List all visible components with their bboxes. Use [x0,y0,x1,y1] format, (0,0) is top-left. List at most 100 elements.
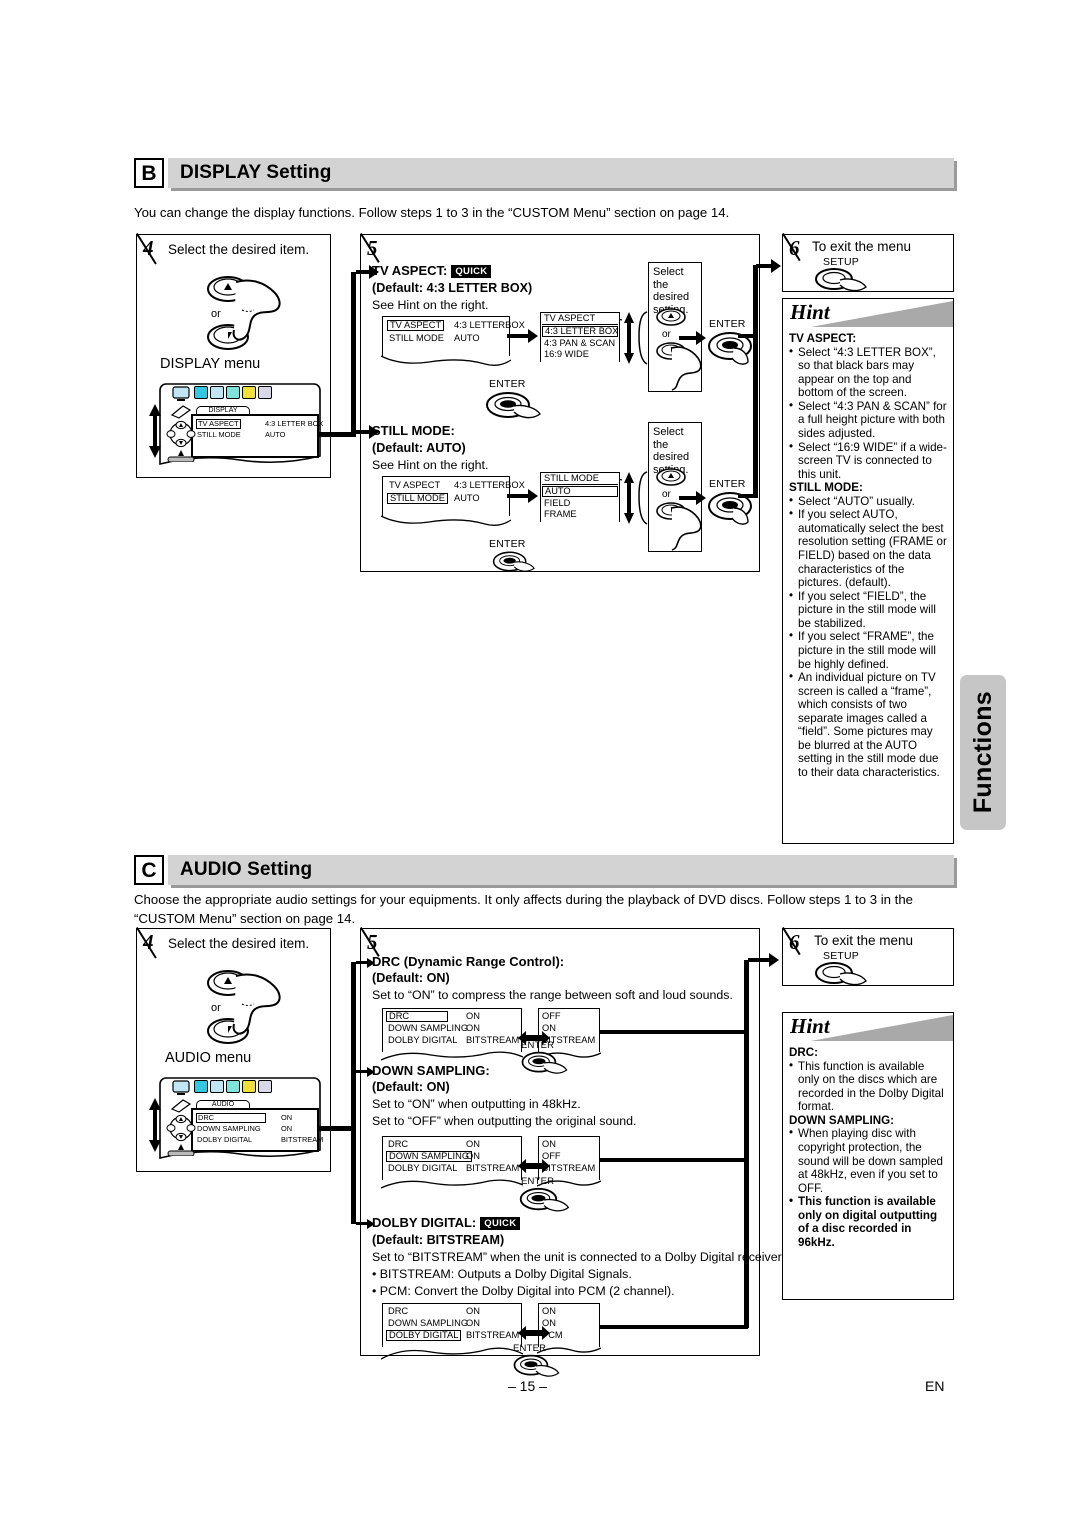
osd2-row-name-0: TV ASPECT [389,480,441,490]
display-menu-tab: DISPLAY [196,406,250,414]
dolby-line-0: Set to “BITSTREAM” when the unit is conn… [372,1250,785,1264]
section-b-title: DISPLAY Setting [180,162,332,183]
enter-key-c2[interactable] [514,1186,576,1214]
select-setting2-l2: desired [653,451,690,464]
section-b-step4-label: Select the desired item. [168,242,310,257]
section-b-hint: Hint TV ASPECT: Select “4:3 LETTER BOX”,… [782,298,954,844]
down-sampling-default: (Default: ON) [372,1080,450,1094]
osd2-row-name-1[interactable]: STILL MODE [387,493,448,505]
up-down-arrow-b [149,404,161,458]
hint-bullet-b-1-1: If you select AUTO, automatically select… [789,507,947,589]
list-header: TV ASPECT [542,313,618,325]
or-label-b1: or [662,329,671,340]
hand-pointer-b4 [232,279,281,341]
arrow-to-still-mode [356,425,379,439]
arrow-to-tv-aspect [356,265,379,279]
connector-c2 [600,1158,748,1162]
audio-menu-caption: AUDIO menu [165,1050,252,1066]
dolby-osd: DRC ON DOWN SAMPLING ON DOLBY DIGITAL BI… [381,1303,523,1360]
list2-option-1[interactable]: FIELD [544,498,570,508]
others-icon[interactable] [258,1080,272,1093]
enter-key-b2b[interactable] [482,550,548,576]
arrow-tv-aspect-to-list [507,329,538,343]
still-mode-osd: TV ASPECT 4:3 LETTERBOX STILL MODE AUTO [381,476,525,526]
osd-row-name-0[interactable]: TV ASPECT [387,320,445,332]
tv-aspect-title: TV ASPECT: [372,263,448,278]
list2-option-2[interactable]: FRAME [544,509,577,519]
globe-icon[interactable] [194,386,208,399]
list2-header: STILL MODE [542,473,618,485]
setup-key-b[interactable] [812,266,878,294]
list-scroll-arrows-b2 [624,472,634,524]
down-sampling-line-0: Set to “ON” when outputting in 48kHz. [372,1097,581,1111]
page-language: EN [925,1378,945,1394]
list-option-2[interactable]: 16:9 WIDE [544,349,589,359]
hint-title-bar-c: Hint [783,1013,953,1043]
brace-b2 [638,471,648,525]
side-tab-functions: Functions [960,675,1006,830]
up-down-arrow-c [149,1098,161,1152]
page-number: – 15 – [508,1378,547,1394]
list-option-0[interactable]: 4:3 LETTER BOX [542,326,618,337]
audio-menu-row-name-2[interactable]: DOLBY DIGITAL [197,1136,252,1144]
enter-label-b1b: ENTER [489,378,526,390]
audio-menu-tab: AUDIO [196,1100,250,1108]
drc-osd: DRC ON DOWN SAMPLING ON DOLBY DIGITAL BI… [381,1008,523,1061]
nav-pad-c[interactable] [166,1114,196,1156]
connector-c3 [600,1325,748,1329]
arrow-to-down-sampling [356,1066,375,1077]
display-icon[interactable] [210,1080,224,1093]
arrow-sel-to-enter-b2 [679,491,706,505]
ds-osd-name-0: DRC [388,1139,409,1149]
setup-key-c[interactable] [812,960,878,988]
up-arrow-key-b2[interactable] [653,466,693,488]
menu-row-name-0[interactable]: TV ASPECT [196,419,241,429]
others-icon[interactable] [258,386,272,399]
connector-c-riser [744,960,749,1328]
audio-icon[interactable] [226,386,240,399]
enter-key-c3[interactable] [506,1353,568,1379]
osd-icon-bar-b [194,386,272,399]
enter-key-b1b[interactable] [482,390,548,424]
connector-b-out4 [753,265,758,337]
menu-row-name-1[interactable]: STILL MODE [197,431,241,439]
lock-icon[interactable] [242,1080,256,1093]
quick-badge-dolby: QUICK [480,1216,521,1230]
section-c-header: C AUDIO Setting [134,855,954,885]
audio-menu-row-name-0[interactable]: DRC [196,1113,266,1123]
ds-osd-value-2: BITSTREAM [466,1163,520,1173]
section-b-letter: B [134,158,164,188]
enter-key-c1[interactable] [514,1050,576,1076]
dd-osd-name-2[interactable]: DOLBY DIGITAL [386,1330,462,1342]
display-menu-panel: TV ASPECT 4:3 LETTER BOX STILL MODE AUTO [191,414,323,458]
double-arrow-dd [518,1326,550,1340]
list2-option-0[interactable]: AUTO [542,486,618,497]
audio-icon[interactable] [226,1080,240,1093]
hint-title-bar-b: Hint [783,299,953,329]
dolby-default: (Default: BITSTREAM) [372,1233,505,1247]
section-c-letter: C [134,855,164,885]
section-b-step6-label: To exit the menu [812,239,912,254]
hint-bullet-b-0-1: Select “4:3 PAN & SCAN” for a full heigh… [789,399,947,441]
hint-heading-b-0: TV ASPECT: [789,332,857,345]
hint-title-b: Hint [790,300,830,324]
dd-osd-value-2: BITSTREAM [466,1330,520,1340]
ds-osd-name-1[interactable]: DOWN SAMPLING [386,1151,473,1163]
nav-pad-b[interactable] [166,420,196,462]
still-mode-heading: STILL MODE: [372,423,455,438]
audio-menu-row-name-1[interactable]: DOWN SAMPLING [197,1125,261,1133]
globe-icon[interactable] [194,1080,208,1093]
double-arrow-ds [518,1159,550,1173]
hint-bullet-b-1-4: An individual picture on TV screen is ca… [789,670,947,780]
hint-bullet-c-0-0: This function is available only on the d… [789,1059,947,1114]
up-arrow-key-b1[interactable] [653,306,693,328]
dolby-digital-title: DOLBY DIGITAL: [372,1215,477,1230]
drc-line-0: Set to “ON” to compress the range betwee… [372,988,733,1002]
lock-icon[interactable] [242,386,256,399]
hint-bullet-b-1-0: Select “AUTO” usually. [789,494,947,509]
display-icon[interactable] [210,386,224,399]
arrow-to-step6-c [748,953,779,967]
drc-osd-name-0[interactable]: DRC [386,1011,448,1023]
list-option-1[interactable]: 4:3 PAN & SCAN [544,338,615,348]
drc-alt-0: OFF [542,1011,561,1021]
